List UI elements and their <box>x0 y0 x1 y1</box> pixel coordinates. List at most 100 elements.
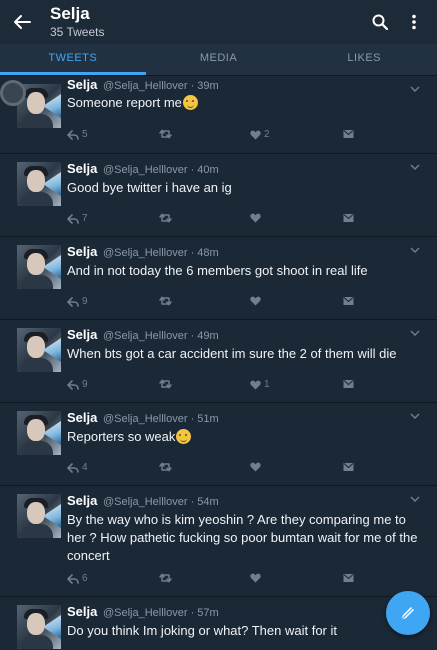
profile-screen: Selja 35 Tweets TWEETS MEDIA LIKES Selja… <box>0 0 437 650</box>
avatar[interactable] <box>17 411 61 455</box>
tweet[interactable]: Selja @Selja_Helllover · 48m And in not … <box>0 237 437 320</box>
avatar[interactable] <box>17 605 61 649</box>
reply-button[interactable]: 6 <box>67 573 88 584</box>
emoji-icon <box>176 429 192 444</box>
tweet-text-content: When bts got a car accident im sure the … <box>67 346 397 361</box>
retweet-icon <box>159 573 172 583</box>
reply-count: 5 <box>82 129 88 140</box>
reply-count: 6 <box>82 573 88 584</box>
avatar[interactable] <box>17 328 61 372</box>
tweet[interactable]: Selja @Selja_Helllover · 39m Someone rep… <box>0 76 437 154</box>
overflow-menu-button[interactable] <box>397 5 431 39</box>
tweet-feed: Selja @Selja_Helllover · 39m Someone rep… <box>0 76 437 650</box>
tweet-header: Selja @Selja_Helllover · 48m <box>67 244 219 259</box>
tweet-text: Do you think Im joking or what? Then wai… <box>67 622 422 640</box>
reply-icon <box>67 296 79 307</box>
emoji-icon <box>182 95 198 110</box>
tab-media[interactable]: MEDIA <box>146 44 292 75</box>
avatar[interactable] <box>17 494 61 538</box>
like-button[interactable] <box>250 213 264 223</box>
share-dm-button[interactable] <box>343 379 354 389</box>
tweet-header: Selja @Selja_Helllover · 39m <box>67 77 219 92</box>
tweet[interactable]: Selja @Selja_Helllover · 57m Do you thin… <box>0 597 437 650</box>
search-button[interactable] <box>363 5 397 39</box>
retweet-button[interactable] <box>159 573 175 583</box>
profile-header: Selja 35 Tweets <box>50 4 105 40</box>
tweet-menu-button[interactable] <box>409 245 421 255</box>
retweet-button[interactable] <box>159 462 175 472</box>
arrow-left-icon <box>14 15 31 29</box>
heart-icon <box>250 573 261 583</box>
share-dm-button[interactable] <box>343 296 354 306</box>
share-dm-button[interactable] <box>343 129 354 139</box>
compose-tweet-button[interactable] <box>386 591 430 635</box>
author-name: Selja <box>67 77 98 92</box>
reply-button[interactable]: 4 <box>67 462 88 473</box>
like-button[interactable] <box>250 296 264 306</box>
retweet-icon <box>159 462 172 472</box>
retweet-button[interactable] <box>159 379 175 389</box>
author-name: Selja <box>67 327 98 342</box>
chevron-down-icon <box>410 86 420 92</box>
tweet-menu-button[interactable] <box>409 411 421 421</box>
tweet-text: When bts got a car accident im sure the … <box>67 345 422 363</box>
direct-message-icon <box>343 463 354 471</box>
reply-icon <box>67 379 79 390</box>
like-button[interactable] <box>250 462 264 472</box>
tweet-text-content: Someone report me <box>67 95 182 110</box>
like-count: 2 <box>264 129 270 140</box>
avatar[interactable] <box>17 245 61 289</box>
tweet-count: 35 Tweets <box>50 25 105 39</box>
heart-icon <box>250 296 261 306</box>
share-dm-button[interactable] <box>343 573 354 583</box>
author-handle-time: @Selja_Helllover · 54m <box>102 496 219 508</box>
reply-button[interactable]: 9 <box>67 379 88 390</box>
heart-icon <box>250 213 261 223</box>
retweet-button[interactable] <box>159 213 175 223</box>
tweet-text-content: By the way who is kim yeoshin ? Are they… <box>67 512 418 563</box>
tweet-menu-button[interactable] <box>409 162 421 172</box>
share-dm-button[interactable] <box>343 213 354 223</box>
tweet-menu-button[interactable] <box>409 328 421 338</box>
author-handle-time: @Selja_Helllover · 39m <box>102 80 219 92</box>
tab-likes[interactable]: LIKES <box>291 44 437 75</box>
retweet-icon <box>159 379 172 389</box>
chevron-down-icon <box>410 496 420 502</box>
page-title: Selja <box>50 4 90 23</box>
reply-count: 7 <box>82 213 88 224</box>
tweet[interactable]: Selja @Selja_Helllover · 51m Reporters s… <box>0 403 437 486</box>
avatar[interactable] <box>17 162 61 206</box>
back-button[interactable] <box>2 0 42 44</box>
search-icon <box>372 14 388 30</box>
reply-icon <box>67 213 79 224</box>
like-button[interactable] <box>250 573 264 583</box>
reply-button[interactable]: 7 <box>67 213 88 224</box>
retweet-button[interactable] <box>159 296 175 306</box>
like-count: 1 <box>264 379 270 390</box>
share-dm-button[interactable] <box>343 462 354 472</box>
reply-button[interactable]: 5 <box>67 129 88 140</box>
tweet[interactable]: Selja @Selja_Helllover · 40m Good bye tw… <box>0 154 437 237</box>
reply-count: 9 <box>82 296 88 307</box>
reply-icon <box>67 462 79 473</box>
author-name: Selja <box>67 161 98 176</box>
reply-count: 9 <box>82 379 88 390</box>
retweet-button[interactable] <box>159 129 175 139</box>
reply-button[interactable]: 9 <box>67 296 88 307</box>
tweet-header: Selja @Selja_Helllover · 49m <box>67 327 219 342</box>
tweet-header: Selja @Selja_Helllover · 51m <box>67 410 219 425</box>
tweet[interactable]: Selja @Selja_Helllover · 54m By the way … <box>0 486 437 597</box>
tab-tweets[interactable]: TWEETS <box>0 44 146 75</box>
tweet-text-content: Do you think Im joking or what? Then wai… <box>67 623 337 638</box>
tweet-actions: 9 <box>67 296 367 310</box>
like-button[interactable]: 1 <box>250 379 270 390</box>
tweet[interactable]: Selja @Selja_Helllover · 49m When bts go… <box>0 320 437 403</box>
direct-message-icon <box>343 297 354 305</box>
floating-overlay-bubble[interactable] <box>0 80 26 106</box>
like-button[interactable]: 2 <box>250 129 270 140</box>
tweet-header: Selja @Selja_Helllover · 40m <box>67 161 219 176</box>
reply-icon <box>67 573 79 584</box>
tweet-menu-button[interactable] <box>409 84 421 94</box>
tweet-menu-button[interactable] <box>409 494 421 504</box>
tweet-text: And in not today the 6 members got shoot… <box>67 262 422 280</box>
